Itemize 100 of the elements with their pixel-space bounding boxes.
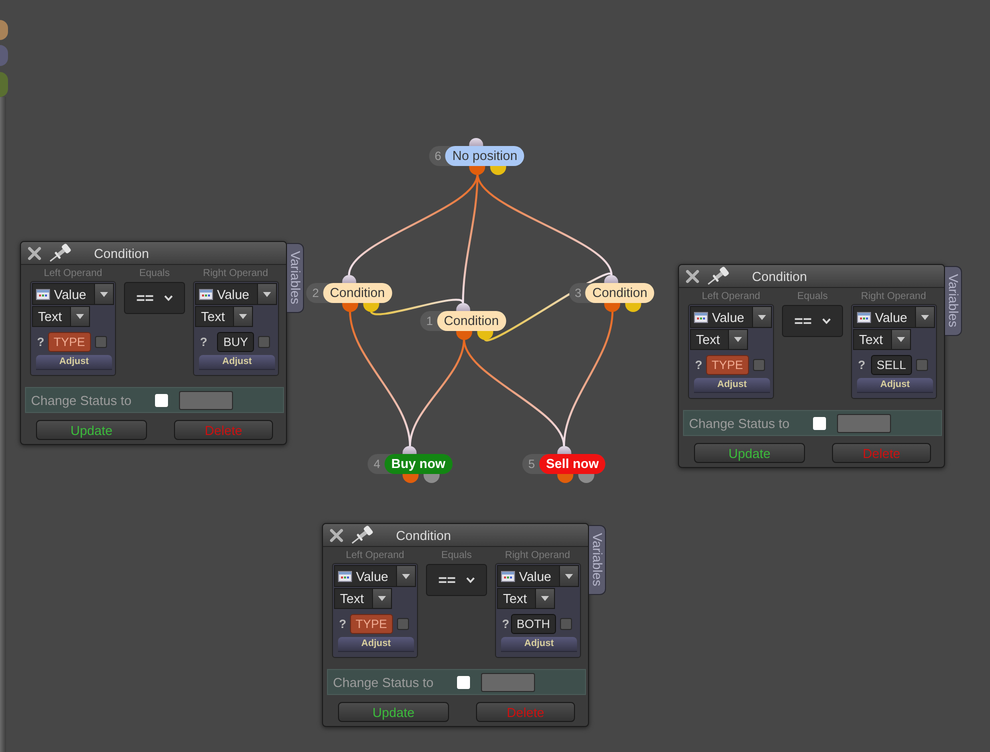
status-field[interactable] (837, 414, 892, 432)
flow-node[interactable]: 5 Sell now (522, 454, 606, 474)
source-dropdown[interactable]: Value (195, 283, 277, 305)
dropdown-arrow-button[interactable] (891, 330, 910, 349)
pin-icon[interactable] (705, 266, 731, 286)
type-dropdown[interactable]: Text (690, 329, 748, 350)
dropdown-arrow-button[interactable] (233, 307, 252, 326)
type-dropdown[interactable]: Text (334, 588, 392, 609)
side-marker-icon[interactable] (0, 45, 8, 66)
dropdown-arrow-button[interactable] (372, 589, 391, 608)
operator-dropdown[interactable]: == (124, 282, 185, 314)
type-dropdown[interactable]: Text (195, 306, 253, 327)
pin-icon[interactable] (47, 242, 73, 264)
checkbox[interactable] (95, 336, 107, 348)
node-number: 5 (528, 457, 535, 471)
node-number: 2 (312, 286, 319, 300)
node-label: Condition (436, 311, 506, 331)
close-icon[interactable] (330, 528, 343, 542)
update-button[interactable]: Update (338, 702, 449, 722)
status-checkbox[interactable] (813, 416, 826, 430)
checkbox[interactable] (258, 336, 270, 348)
status-checkbox[interactable] (457, 676, 470, 688)
dropdown-arrow-button[interactable] (535, 589, 554, 608)
input-port-icon[interactable] (557, 446, 571, 454)
adjust-button[interactable]: Adjust (694, 378, 770, 393)
dropdown-arrow-button[interactable] (915, 307, 934, 327)
output-port-icon[interactable] (477, 331, 493, 340)
help-mark[interactable]: ? (200, 335, 208, 349)
output-port-icon[interactable] (363, 303, 379, 312)
checkbox[interactable] (560, 618, 572, 630)
input-port-icon[interactable] (470, 138, 484, 146)
dropdown-arrow-button[interactable] (752, 307, 771, 327)
flow-node[interactable]: 1 Condition (420, 311, 506, 331)
output-port-icon[interactable] (604, 303, 620, 312)
output-port-icon[interactable] (578, 474, 594, 483)
pin-icon[interactable] (349, 524, 375, 546)
operand-value[interactable]: TYPE (48, 332, 91, 352)
output-port-icon[interactable] (342, 303, 358, 312)
adjust-button[interactable]: Adjust (199, 355, 275, 370)
side-marker-icon[interactable] (0, 20, 8, 40)
output-port-icon[interactable] (403, 474, 419, 483)
help-mark[interactable]: ? (339, 617, 346, 631)
operand-value[interactable]: SELL (870, 355, 912, 375)
output-port-icon[interactable] (626, 303, 642, 312)
type-dropdown[interactable]: Text (497, 588, 555, 609)
help-mark[interactable]: ? (502, 617, 510, 631)
type-dropdown[interactable]: Text (32, 306, 90, 327)
output-port-icon[interactable] (424, 474, 440, 483)
update-button[interactable]: Update (36, 420, 147, 440)
help-mark[interactable]: ? (858, 358, 866, 372)
input-port-icon[interactable] (403, 446, 417, 454)
dropdown-arrow-button[interactable] (728, 330, 747, 349)
help-mark[interactable]: ? (37, 335, 44, 349)
input-port-icon[interactable] (456, 303, 470, 311)
side-marker-icon[interactable] (0, 72, 8, 97)
help-mark[interactable]: ? (695, 358, 702, 372)
caret-icon (897, 337, 905, 342)
source-dropdown[interactable]: Value (853, 306, 935, 328)
input-port-icon[interactable] (604, 275, 618, 283)
checkbox[interactable] (916, 359, 928, 371)
operator-dropdown[interactable]: == (782, 305, 843, 337)
status-field[interactable] (179, 390, 234, 410)
output-port-icon[interactable] (456, 331, 472, 340)
dropdown-arrow-button[interactable] (559, 566, 578, 586)
dropdown-arrow-button[interactable] (70, 307, 89, 326)
variables-tab[interactable]: Variables (287, 243, 304, 313)
source-dropdown[interactable]: Value (497, 565, 579, 587)
operand-value[interactable]: BOTH (510, 614, 556, 634)
flow-node[interactable]: 3 Condition (568, 283, 654, 303)
operator-dropdown[interactable]: == (426, 564, 487, 596)
dropdown-arrow-button[interactable] (257, 284, 276, 304)
variables-tab[interactable]: Variables (589, 525, 606, 595)
update-button[interactable]: Update (694, 443, 805, 463)
status-field[interactable] (481, 672, 536, 692)
source-dropdown[interactable]: Value (690, 306, 772, 328)
flow-node[interactable]: 4 Buy now (368, 454, 452, 474)
dropdown-arrow-button[interactable] (94, 284, 113, 304)
operand-value[interactable]: BUY (217, 332, 254, 352)
operand-value[interactable]: TYPE (706, 355, 749, 375)
adjust-button[interactable]: Adjust (36, 355, 112, 370)
adjust-button[interactable]: Adjust (501, 637, 577, 652)
status-checkbox[interactable] (155, 394, 168, 406)
adjust-button[interactable]: Adjust (857, 378, 933, 393)
output-port-icon[interactable] (470, 166, 486, 175)
adjust-button[interactable]: Adjust (338, 637, 414, 652)
checkbox[interactable] (397, 618, 409, 630)
dropdown-arrow-button[interactable] (396, 566, 415, 586)
source-dropdown[interactable]: Value (334, 565, 416, 587)
type-dropdown[interactable]: Text (853, 329, 911, 350)
variables-tab[interactable]: Variables (945, 266, 962, 336)
close-icon[interactable] (28, 246, 41, 260)
output-port-icon[interactable] (490, 166, 506, 175)
output-port-icon[interactable] (557, 474, 573, 483)
flow-node[interactable]: 6 No position (428, 146, 524, 166)
source-dropdown[interactable]: Value (32, 283, 114, 305)
operand-value[interactable]: TYPE (350, 614, 393, 634)
flow-node[interactable]: 2 Condition (306, 283, 392, 303)
close-icon[interactable] (686, 270, 699, 282)
checkbox[interactable] (753, 359, 765, 371)
input-port-icon[interactable] (342, 275, 356, 283)
